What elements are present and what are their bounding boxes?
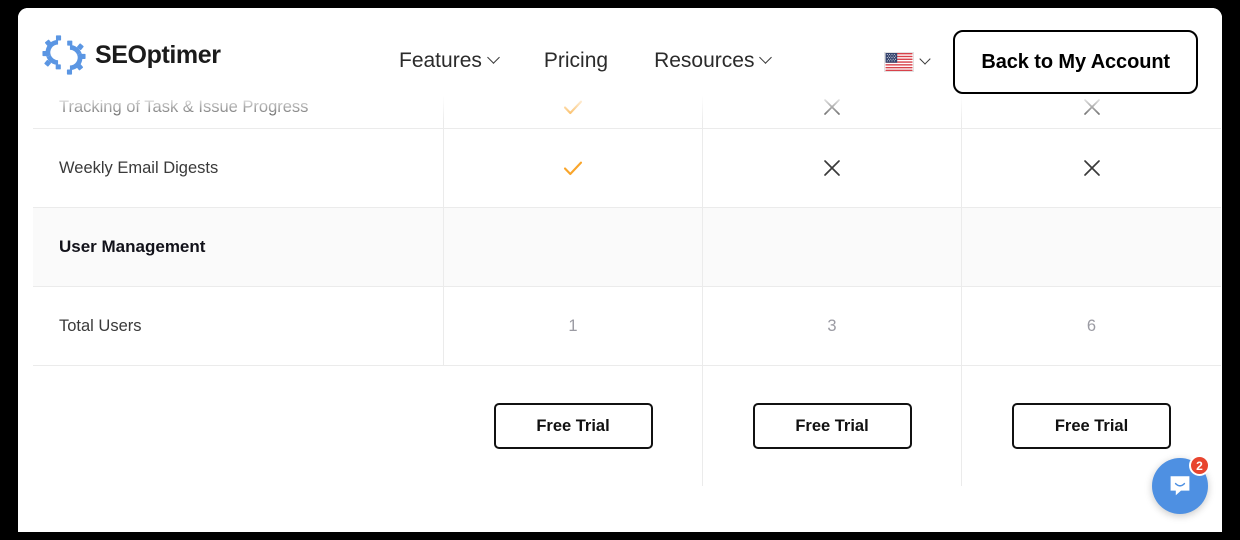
cta-cell: Free Trial [444, 366, 703, 486]
page-content: Tracking of Task & Issue Progress Weekly… [18, 8, 1222, 532]
main-navigation: Features Pricing Resources [399, 49, 773, 72]
site-header: SEOptimer Features Pricing Resources Bac… [18, 8, 1222, 96]
feature-label-cell: Weekly Email Digests [33, 129, 444, 207]
browser-frame: Tracking of Task & Issue Progress Weekly… [0, 0, 1240, 540]
page-viewport: Tracking of Task & Issue Progress Weekly… [18, 8, 1222, 532]
section-title-cell: User Management [33, 208, 444, 286]
feature-label: Tracking of Task & Issue Progress [59, 97, 309, 116]
chevron-down-icon [487, 51, 500, 64]
free-trial-button[interactable]: Free Trial [1012, 403, 1171, 449]
site-logo[interactable]: SEOptimer [42, 34, 221, 76]
feature-label-cell: Total Users [33, 287, 444, 365]
plan-value-cell: 1 [444, 287, 703, 365]
section-spacer-cell [703, 208, 962, 286]
language-selector[interactable] [884, 52, 932, 72]
plan-value-cell [962, 129, 1221, 207]
x-icon [824, 160, 840, 176]
table-cta-row: Free Trial Free Trial Free Trial [33, 366, 1221, 486]
cta-cell: Free Trial [703, 366, 962, 486]
x-icon [824, 99, 840, 115]
chevron-down-icon [919, 53, 932, 65]
gear-swirl-logo-icon [42, 35, 86, 75]
free-trial-button[interactable]: Free Trial [493, 403, 653, 449]
nav-item-pricing[interactable]: Pricing [544, 50, 608, 71]
nav-item-features[interactable]: Features [399, 49, 500, 72]
section-title: User Management [59, 237, 206, 256]
plan-value-cell [703, 129, 962, 207]
nav-item-resources[interactable]: Resources [654, 49, 773, 72]
feature-label: Weekly Email Digests [59, 158, 219, 177]
nav-label: Pricing [543, 49, 609, 72]
chat-unread-badge: 2 [1189, 455, 1210, 476]
check-icon [563, 161, 583, 176]
us-flag-icon [884, 52, 915, 72]
table-row: Total Users 1 3 6 [33, 287, 1221, 366]
x-icon [1083, 160, 1100, 176]
nav-label: Features [399, 49, 482, 72]
chat-launcher-button[interactable]: 2 [1152, 455, 1210, 514]
chevron-down-icon [759, 51, 773, 64]
section-spacer-cell [962, 208, 1221, 286]
feature-label: Total Users [59, 316, 142, 335]
plan-value-cell: 6 [1086, 316, 1097, 335]
chat-bubble-icon [1170, 476, 1190, 496]
plan-value-cell [444, 129, 703, 207]
check-icon [563, 100, 583, 115]
x-icon [1083, 99, 1100, 115]
logo-wordmark: SEOptimer [95, 40, 221, 69]
back-to-my-account-button[interactable]: Back to My Account [953, 30, 1198, 94]
plan-value-cell: 3 [703, 287, 962, 365]
free-trial-button[interactable]: Free Trial [752, 403, 912, 449]
table-section-header-row: User Management [33, 208, 1221, 287]
nav-label: Resources [654, 49, 755, 72]
table-row: Weekly Email Digests [33, 129, 1221, 208]
cta-spacer-cell [33, 366, 444, 486]
section-spacer-cell [444, 208, 703, 286]
header-right-group: Back to My Account [884, 30, 1198, 94]
